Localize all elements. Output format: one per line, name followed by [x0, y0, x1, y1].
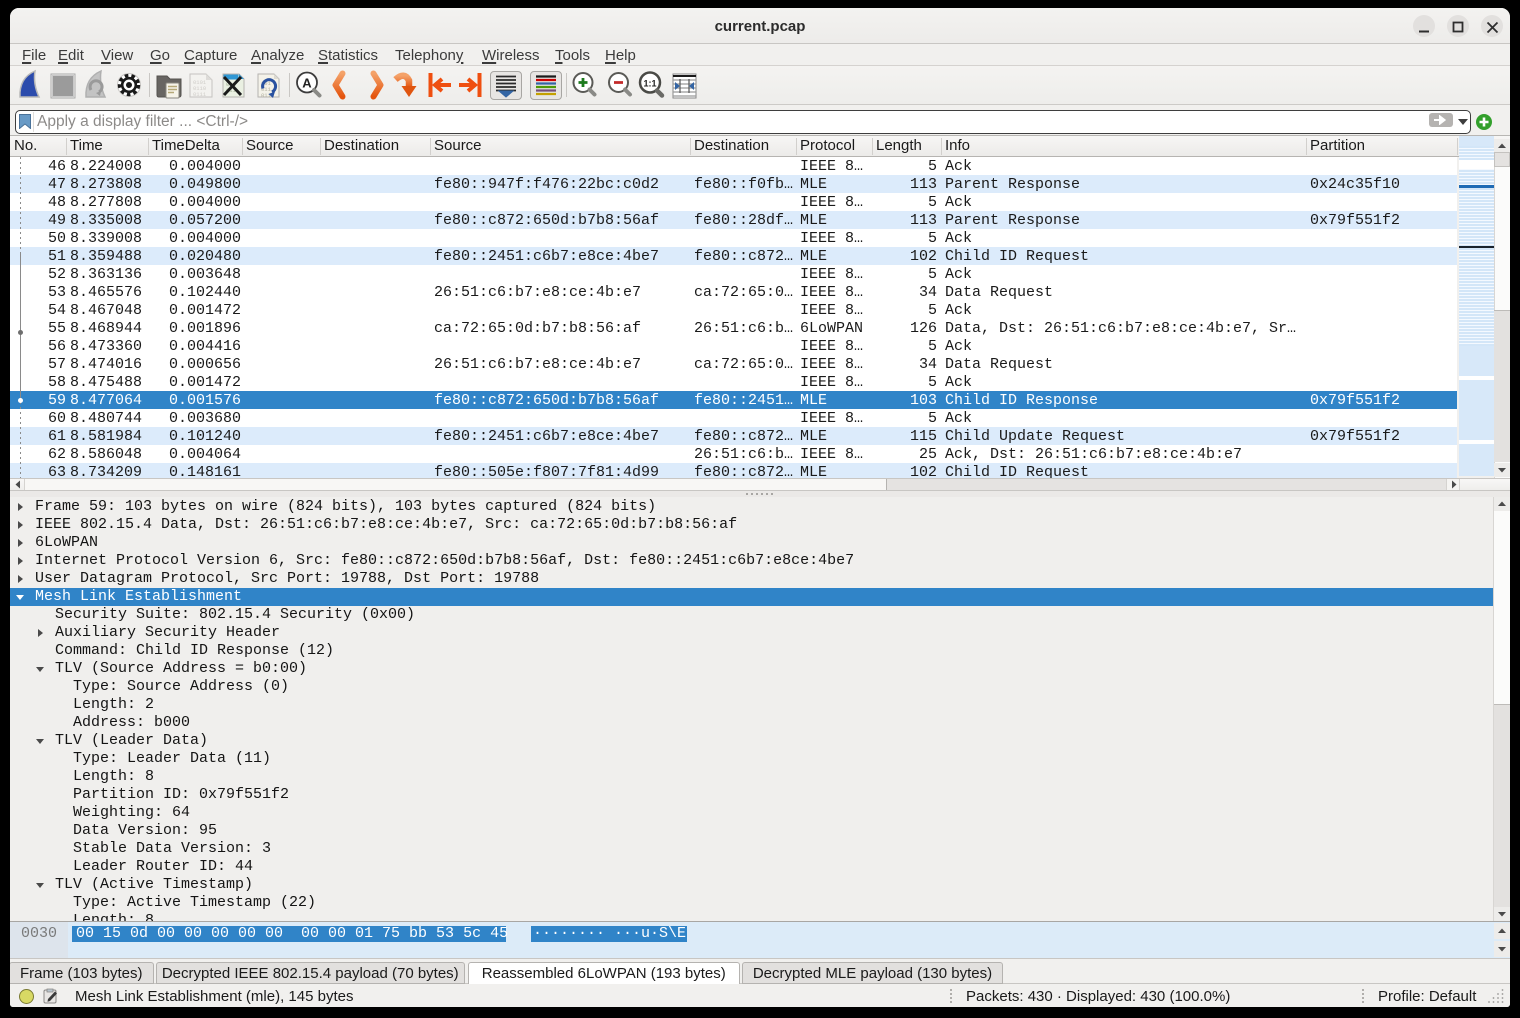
- svg-text:0111: 0111: [193, 91, 207, 98]
- svg-text:1:1: 1:1: [643, 79, 656, 89]
- svg-text:A: A: [302, 76, 312, 91]
- svg-text:011: 011: [261, 92, 272, 99]
